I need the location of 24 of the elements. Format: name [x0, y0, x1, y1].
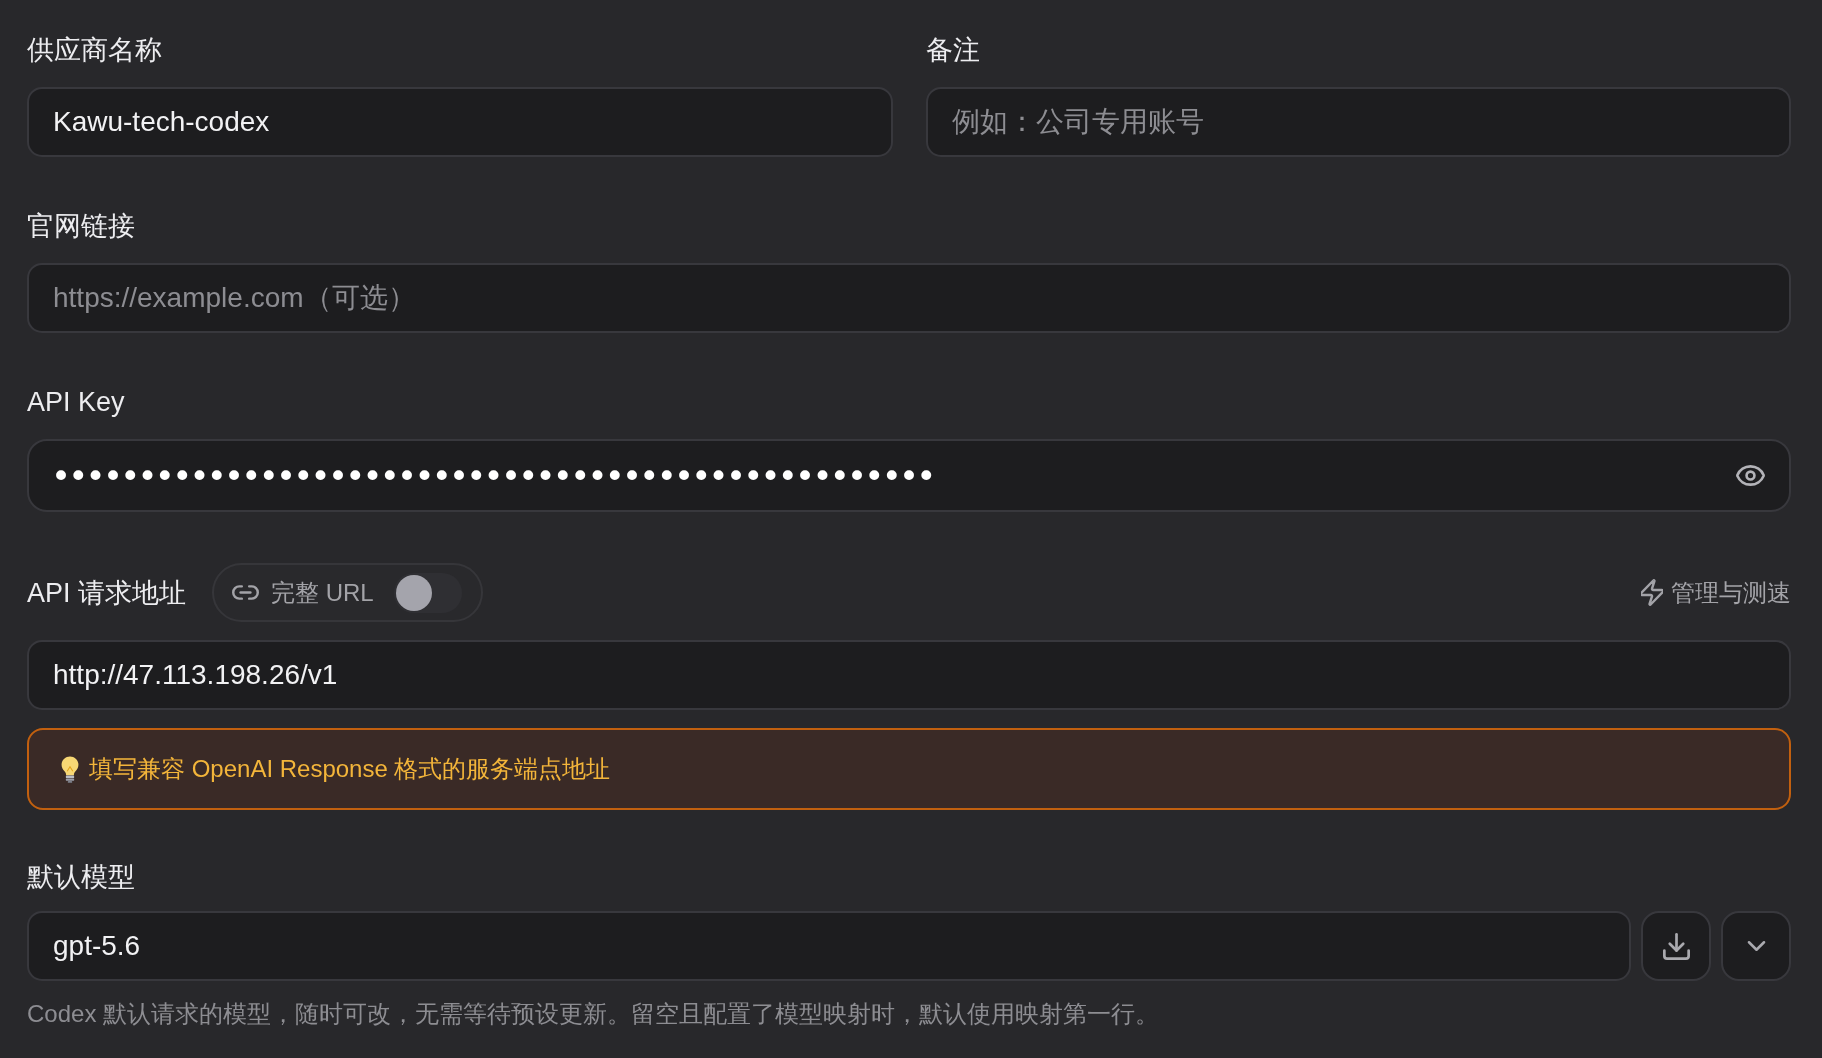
- note-input-field[interactable]: 例如：公司专用账号: [925, 87, 1791, 157]
- field-label: 默认模型: [27, 861, 135, 894]
- api-key-field[interactable]: •••••••••••••••••••••••••••••••••••••••••••••••••••: [27, 439, 1791, 512]
- lightning-icon: [1641, 579, 1663, 606]
- manage-link[interactable]: 管理与测速: [1641, 576, 1791, 609]
- field-label: API 请求地址: [27, 576, 187, 610]
- download-icon: [1662, 932, 1690, 960]
- tip-text: 填写兼容 OpenAI Response 格式的服务端点地址: [89, 754, 611, 784]
- field-label: 供应商名称: [27, 34, 162, 67]
- chevron-down-icon: [1746, 941, 1766, 951]
- light-bulb-icon: [61, 755, 79, 783]
- link-icon: [232, 585, 260, 600]
- field-label: 官网链接: [27, 210, 135, 243]
- hint-text: Codex 默认请求的模型，随时可改，无需等待预设更新。留空且配置了模型映射时，默认使用映射第一行。: [27, 999, 1160, 1029]
- field-label: API Key: [27, 386, 125, 419]
- model-input-field[interactable]: gpt-5.6: [27, 911, 1631, 981]
- eye-icon[interactable]: [1736, 465, 1765, 486]
- name-input-field[interactable]: Kawu-tech-codex: [27, 87, 893, 157]
- website-input-field[interactable]: https://example.com（可选）: [27, 263, 1791, 333]
- url-input-field[interactable]: http://47.113.198.26/v1: [27, 640, 1791, 710]
- toggle-switch[interactable]: [393, 572, 462, 613]
- download-button[interactable]: [1641, 911, 1711, 981]
- field-label: 备注: [925, 34, 980, 67]
- full-url-toggle[interactable]: 完整 URL: [212, 563, 483, 622]
